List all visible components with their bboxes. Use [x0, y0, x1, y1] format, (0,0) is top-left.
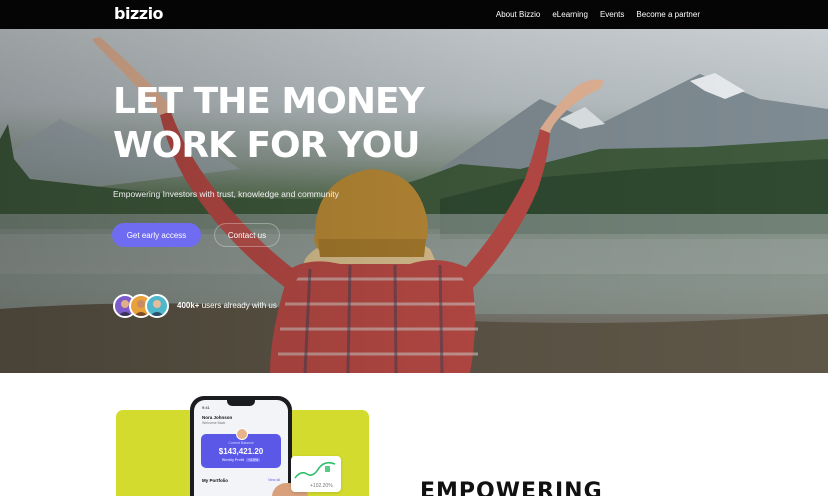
get-early-access-button[interactable]: Get early access	[112, 223, 201, 247]
hero-section: LET THE MONEY WORK FOR YOU Empowering In…	[0, 29, 828, 373]
phone-time: 9:41	[202, 405, 210, 410]
hero-title-line-1: LET THE MONEY	[113, 81, 425, 122]
hero-title: LET THE MONEY WORK FOR YOU	[113, 80, 433, 168]
hero-subtitle: Empowering Investors with trust, knowled…	[113, 189, 339, 199]
nav-about-link[interactable]: About Bizzio	[496, 10, 540, 19]
growth-value: +102.20%	[310, 483, 333, 489]
hero-title-line-2: WORK FOR YOU	[113, 125, 421, 166]
nav-partner-link[interactable]: Become a partner	[636, 10, 700, 19]
weekly-profit: Weekly Profit +4.5%	[201, 458, 281, 462]
phone-avatar	[236, 428, 248, 440]
section-heading: EMPOWERING	[420, 479, 603, 496]
nav-events-link[interactable]: Events	[600, 10, 624, 19]
phone-welcome: Welcome Back	[202, 421, 226, 425]
phone-notch	[227, 400, 255, 406]
weekly-profit-label: Weekly Profit	[221, 458, 245, 462]
phone-screen: 9:41 Nora Johnson Welcome Back Current B…	[194, 400, 288, 496]
weekly-profit-value: +4.5%	[246, 458, 261, 462]
growth-chart-card: +102.20%	[291, 456, 341, 492]
phone-mockup: 9:41 Nora Johnson Welcome Back Current B…	[190, 396, 292, 496]
top-navbar: bizzio About Bizzio eLearning Events Bec…	[0, 0, 828, 29]
bizzio-logo[interactable]: bizzio	[114, 4, 164, 23]
portfolio-label: My Portfolio	[202, 478, 228, 483]
contact-us-button[interactable]: Contact us	[214, 223, 280, 247]
nav-menu: About Bizzio eLearning Events Become a p…	[496, 0, 700, 29]
avatar	[145, 294, 169, 318]
balance-label: Current Balance	[228, 441, 254, 445]
features-section: 9:41 Nora Johnson Welcome Back Current B…	[0, 373, 828, 496]
phone-user-name: Nora Johnson	[202, 415, 233, 420]
social-proof-text: 400k+ users already with us	[177, 301, 277, 310]
view-all-link: View all	[268, 478, 280, 482]
user-avatars	[113, 294, 173, 318]
growth-line-icon	[294, 461, 336, 479]
balance-value: $143,421.20	[218, 447, 264, 456]
users-count: 400k+	[177, 301, 200, 310]
nav-elearning-link[interactable]: eLearning	[552, 10, 588, 19]
users-text: users already with us	[199, 301, 277, 310]
